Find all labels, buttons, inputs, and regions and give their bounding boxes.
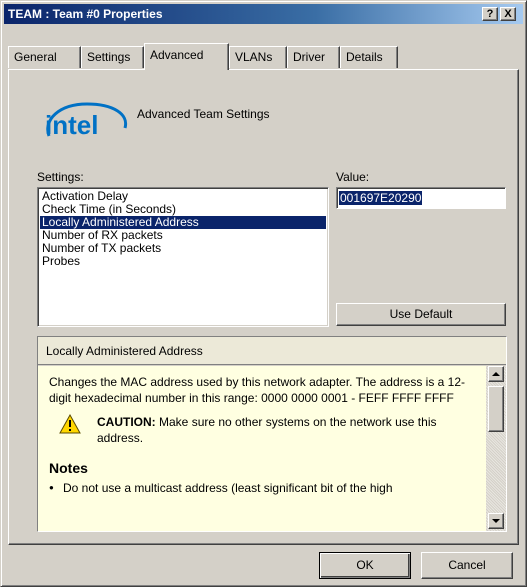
arrow-down-icon <box>492 519 500 523</box>
scroll-thumb[interactable] <box>488 386 504 432</box>
tab-settings[interactable]: Settings <box>81 46 144 68</box>
ok-button[interactable]: OK <box>319 552 411 579</box>
help-button[interactable]: ? <box>482 7 498 21</box>
svg-text:intel: intel <box>45 110 98 140</box>
cancel-button[interactable]: Cancel <box>421 552 513 579</box>
caution-label: CAUTION: <box>97 415 156 429</box>
use-default-button[interactable]: Use Default <box>336 303 506 326</box>
warning-icon <box>59 414 81 434</box>
notes-title: Notes <box>49 460 88 476</box>
list-item[interactable]: Number of TX packets <box>40 242 326 255</box>
scroll-up-button[interactable] <box>488 366 504 382</box>
help-panel: Locally Administered Address Changes the… <box>37 336 507 532</box>
value-text: 001697E20290 <box>339 191 423 205</box>
list-item[interactable]: Probes <box>40 255 326 268</box>
help-scrollbar[interactable] <box>486 366 506 531</box>
tab-details[interactable]: Details <box>340 46 398 68</box>
page-heading: Advanced Team Settings <box>137 107 270 121</box>
close-button[interactable]: X <box>500 7 516 21</box>
intel-logo: intel <box>45 102 128 140</box>
properties-dialog: TEAM : Team #0 Properties ? X General Se… <box>0 0 527 587</box>
value-label: Value: <box>336 170 370 184</box>
tab-vlans[interactable]: VLANs <box>229 46 287 68</box>
scroll-down-button[interactable] <box>488 513 504 529</box>
settings-label: Settings: <box>37 170 84 184</box>
value-input[interactable]: 001697E20290 <box>336 187 506 209</box>
settings-list[interactable]: Activation Delay Check Time (in Seconds)… <box>37 187 329 327</box>
tab-general[interactable]: General <box>8 46 81 68</box>
help-description: Changes the MAC address used by this net… <box>49 375 466 405</box>
arrow-up-icon <box>492 372 500 376</box>
note-item: Do not use a multicast address (least si… <box>49 480 478 496</box>
help-content[interactable]: Changes the MAC address used by this net… <box>38 366 486 531</box>
caution-block: CAUTION: Make sure no other systems on t… <box>49 414 478 446</box>
window-title: TEAM : Team #0 Properties <box>8 7 163 21</box>
tab-driver[interactable]: Driver <box>287 46 340 68</box>
advanced-tab-panel: intel Advanced Team Settings Settings: A… <box>8 69 519 545</box>
tab-advanced[interactable]: Advanced <box>144 43 229 70</box>
help-heading: Locally Administered Address <box>38 337 506 365</box>
title-bar[interactable]: TEAM : Team #0 Properties ? X <box>4 4 523 24</box>
